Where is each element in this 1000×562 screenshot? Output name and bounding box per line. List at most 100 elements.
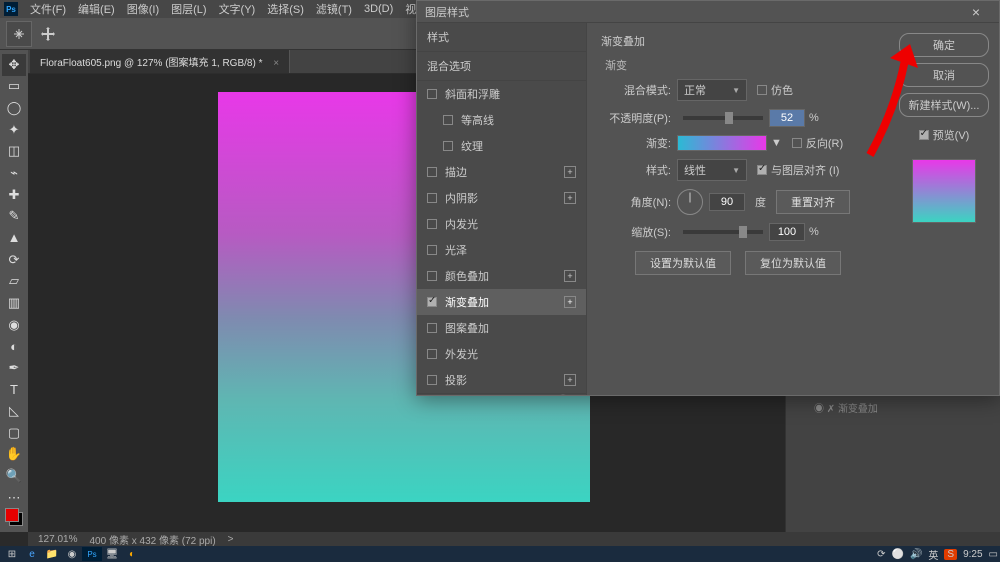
effect-stroke[interactable]: 描边+ [417, 159, 586, 185]
blend-mode-select[interactable]: 正常▼ [677, 79, 747, 101]
tool-type[interactable]: T [2, 379, 26, 401]
menu-filter[interactable]: 滤镜(T) [310, 0, 358, 19]
tray-notif-icon[interactable]: ▭ [989, 549, 998, 560]
add-icon[interactable]: + [564, 296, 576, 308]
menu-3d[interactable]: 3D(D) [358, 1, 399, 17]
zoom-level[interactable]: 127.01% [38, 534, 77, 545]
add-icon[interactable]: + [564, 374, 576, 386]
tool-zoom[interactable]: 🔍 [2, 465, 26, 487]
move-up-icon[interactable]: ⬆ [442, 394, 451, 395]
scale-slider[interactable] [683, 230, 763, 234]
effect-color-overlay[interactable]: 颜色叠加+ [417, 263, 586, 289]
taskbar-ie-icon[interactable]: e [22, 547, 42, 561]
taskbar-app2-icon[interactable]: ◐ [122, 547, 142, 561]
preview-checkbox[interactable] [919, 130, 929, 140]
align-checkbox[interactable] [757, 165, 767, 175]
angle-dial[interactable] [677, 189, 703, 215]
effect-checkbox[interactable] [427, 219, 437, 229]
taskbar-chrome-icon[interactable]: ◉ [62, 547, 82, 561]
tray-lang[interactable]: 英 [928, 547, 938, 562]
effect-pattern-overlay[interactable]: 图案叠加 [417, 315, 586, 341]
effect-contour[interactable]: 等高线 [417, 107, 586, 133]
effect-outer-glow[interactable]: 外发光 [417, 341, 586, 367]
effect-checkbox[interactable] [427, 323, 437, 333]
ok-button[interactable]: 确定 [899, 33, 989, 57]
tool-stamp[interactable]: ▲ [2, 227, 26, 249]
effect-satin[interactable]: 光泽 [417, 237, 586, 263]
effect-inner-glow[interactable]: 内发光 [417, 211, 586, 237]
tool-preset[interactable] [6, 21, 32, 47]
tool-path[interactable]: ◺ [2, 400, 26, 422]
effect-checkbox[interactable] [427, 89, 437, 99]
scale-input[interactable]: 100 [769, 223, 805, 241]
add-icon[interactable]: + [564, 166, 576, 178]
effect-checkbox[interactable] [427, 167, 437, 177]
tool-marquee[interactable]: ▭ [2, 76, 26, 98]
tray-ime-icon[interactable]: S [944, 549, 957, 560]
add-icon[interactable]: + [564, 270, 576, 282]
menu-image[interactable]: 图像(I) [121, 0, 165, 19]
color-swatches[interactable] [3, 508, 25, 526]
taskbar-app-icon[interactable]: 🖥 [102, 547, 122, 561]
menu-type[interactable]: 文字(Y) [213, 0, 262, 19]
tool-gradient[interactable]: ▥ [2, 292, 26, 314]
fx-menu-icon[interactable]: fx [425, 395, 434, 396]
tray-wifi-icon[interactable]: ⚪ [892, 549, 904, 560]
opacity-slider[interactable] [683, 116, 763, 120]
effect-checkbox[interactable] [427, 271, 437, 281]
tray-time[interactable]: 9:25 [963, 549, 982, 560]
styles-header[interactable]: 样式 [417, 23, 586, 52]
new-style-button[interactable]: 新建样式(W)... [899, 93, 989, 117]
angle-input[interactable]: 90 [709, 193, 745, 211]
tool-eyedropper[interactable]: ⌁ [2, 162, 26, 184]
tool-wand[interactable]: ✦ [2, 119, 26, 141]
tool-shape[interactable]: ▢ [2, 422, 26, 444]
effect-gradient-overlay[interactable]: 渐变叠加+ [417, 289, 586, 315]
gradient-swatch[interactable] [677, 135, 767, 151]
add-icon[interactable]: + [564, 192, 576, 204]
menu-layer[interactable]: 图层(L) [165, 0, 212, 19]
effect-checkbox[interactable] [427, 349, 437, 359]
tool-crop[interactable]: ◫ [2, 141, 26, 163]
blend-options-header[interactable]: 混合选项 [417, 52, 586, 81]
tool-brush[interactable]: ✎ [2, 205, 26, 227]
effect-checkbox[interactable] [427, 193, 437, 203]
tool-hand[interactable]: ✋ [2, 444, 26, 466]
document-tab[interactable]: FloraFloat605.png @ 127% (图案填充 1, RGB/8)… [30, 50, 290, 73]
menu-edit[interactable]: 编辑(E) [72, 0, 121, 19]
tool-more[interactable]: ⋯ [2, 487, 26, 509]
effect-texture[interactable]: 纹理 [417, 133, 586, 159]
make-default-button[interactable]: 设置为默认值 [635, 251, 731, 275]
start-button[interactable]: ⊞ [2, 547, 22, 561]
effect-checkbox[interactable] [443, 115, 453, 125]
chevron-right-icon[interactable]: > [228, 534, 234, 545]
menu-file[interactable]: 文件(F) [24, 0, 72, 19]
tool-pen[interactable]: ✒ [2, 357, 26, 379]
dither-checkbox[interactable] [757, 85, 767, 95]
tool-blur[interactable]: ◉ [2, 314, 26, 336]
trash-icon[interactable]: 🗑 [556, 394, 570, 395]
tray-net-icon[interactable]: ⟳ [877, 549, 885, 560]
cancel-button[interactable]: 取消 [899, 63, 989, 87]
tool-history-brush[interactable]: ⟳ [2, 249, 26, 271]
reverse-checkbox[interactable] [792, 138, 802, 148]
dialog-titlebar[interactable]: 图层样式 × [417, 1, 999, 23]
effect-drop-shadow[interactable]: 投影+ [417, 367, 586, 393]
effect-checkbox[interactable] [427, 245, 437, 255]
effect-checkbox[interactable] [427, 375, 437, 385]
dialog-close-button[interactable]: × [961, 4, 991, 20]
tab-close-icon[interactable]: × [273, 58, 279, 69]
doc-info[interactable]: 400 像素 x 432 像素 (72 ppi) [89, 532, 215, 547]
menu-select[interactable]: 选择(S) [261, 0, 310, 19]
effect-checkbox[interactable] [443, 141, 453, 151]
tool-dodge[interactable]: ◐ [2, 335, 26, 357]
taskbar-ps-icon[interactable]: Ps [82, 547, 102, 561]
tool-move[interactable]: ✥ [2, 54, 26, 76]
opacity-input[interactable]: 52 [769, 109, 805, 127]
effect-bevel[interactable]: 斜面和浮雕 [417, 81, 586, 107]
tray-sound-icon[interactable]: 🔊 [910, 549, 922, 560]
reset-default-button[interactable]: 复位为默认值 [745, 251, 841, 275]
tool-lasso[interactable]: ◯ [2, 97, 26, 119]
taskbar-folder-icon[interactable]: 📁 [42, 547, 62, 561]
reset-align-button[interactable]: 重置对齐 [776, 190, 850, 214]
